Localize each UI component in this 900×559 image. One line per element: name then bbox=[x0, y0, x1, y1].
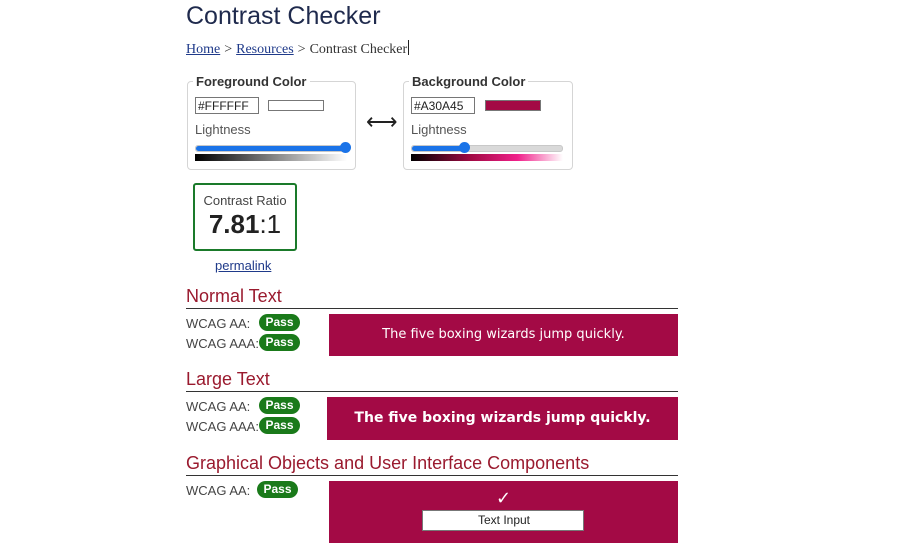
page-title: Contrast Checker bbox=[186, 2, 381, 30]
foreground-lightness-gradient bbox=[195, 154, 347, 161]
foreground-color-swatch[interactable] bbox=[268, 100, 324, 111]
background-slider-thumb[interactable] bbox=[458, 142, 470, 153]
large-text-heading: Large Text bbox=[186, 369, 678, 392]
background-slider-fill bbox=[412, 146, 465, 151]
normal-aaa-label: WCAG AAA: bbox=[186, 336, 259, 351]
large-aaa-pass-badge: Pass bbox=[259, 417, 300, 434]
foreground-slider-thumb[interactable] bbox=[340, 142, 351, 153]
breadcrumb-separator: > bbox=[224, 42, 233, 57]
graphical-aa-label: WCAG AA: bbox=[186, 483, 251, 498]
foreground-slider-fill bbox=[196, 146, 346, 151]
background-color-legend: Background Color bbox=[409, 74, 529, 89]
large-aa-label: WCAG AA: bbox=[186, 399, 251, 414]
checkmark-icon: ✓ bbox=[495, 488, 512, 509]
contrast-ratio-value: 7.81:1 bbox=[195, 209, 295, 240]
foreground-lightness-label: Lightness bbox=[195, 122, 251, 137]
normal-text-sample: The five boxing wizards jump quickly. bbox=[329, 314, 678, 356]
background-color-swatch[interactable] bbox=[485, 100, 541, 111]
graphical-objects-sample: ✓ Text Input bbox=[329, 481, 678, 543]
permalink-link[interactable]: permalink bbox=[215, 258, 271, 273]
large-aaa-label: WCAG AAA: bbox=[186, 419, 259, 434]
large-aa-pass-badge: Pass bbox=[259, 397, 300, 414]
breadcrumb-separator: > bbox=[297, 42, 306, 57]
large-text-sample: The five boxing wizards jump quickly. bbox=[327, 397, 678, 440]
sample-text-input[interactable]: Text Input bbox=[422, 510, 584, 531]
breadcrumb: Home > Resources > Contrast Checker bbox=[186, 40, 410, 58]
text-cursor bbox=[408, 40, 410, 55]
background-hex-input[interactable] bbox=[411, 97, 475, 114]
background-lightness-gradient bbox=[411, 154, 563, 161]
contrast-ratio-suffix: :1 bbox=[259, 209, 282, 239]
breadcrumb-current: Contrast Checker bbox=[309, 42, 408, 57]
foreground-color-panel: Foreground Color Lightness bbox=[187, 74, 356, 170]
background-color-panel: Background Color Lightness bbox=[403, 74, 573, 170]
contrast-ratio-box: Contrast Ratio 7.81:1 bbox=[193, 183, 297, 251]
normal-aa-label: WCAG AA: bbox=[186, 316, 251, 331]
background-lightness-slider[interactable] bbox=[411, 142, 563, 153]
contrast-ratio-label: Contrast Ratio bbox=[203, 193, 287, 208]
foreground-hex-input[interactable] bbox=[195, 97, 259, 114]
breadcrumb-home-link[interactable]: Home bbox=[186, 42, 220, 57]
background-lightness-label: Lightness bbox=[411, 122, 467, 137]
contrast-ratio-number: 7.81 bbox=[208, 209, 260, 239]
foreground-lightness-slider[interactable] bbox=[195, 142, 351, 153]
graphical-aa-pass-badge: Pass bbox=[257, 481, 298, 498]
foreground-color-legend: Foreground Color bbox=[193, 74, 310, 89]
left-right-arrow-icon[interactable]: ⟷ bbox=[366, 111, 398, 133]
graphical-objects-heading: Graphical Objects and User Interface Com… bbox=[186, 453, 678, 476]
normal-aa-pass-badge: Pass bbox=[259, 314, 300, 331]
normal-aaa-pass-badge: Pass bbox=[259, 334, 300, 351]
breadcrumb-resources-link[interactable]: Resources bbox=[236, 42, 294, 57]
normal-text-heading: Normal Text bbox=[186, 286, 678, 309]
